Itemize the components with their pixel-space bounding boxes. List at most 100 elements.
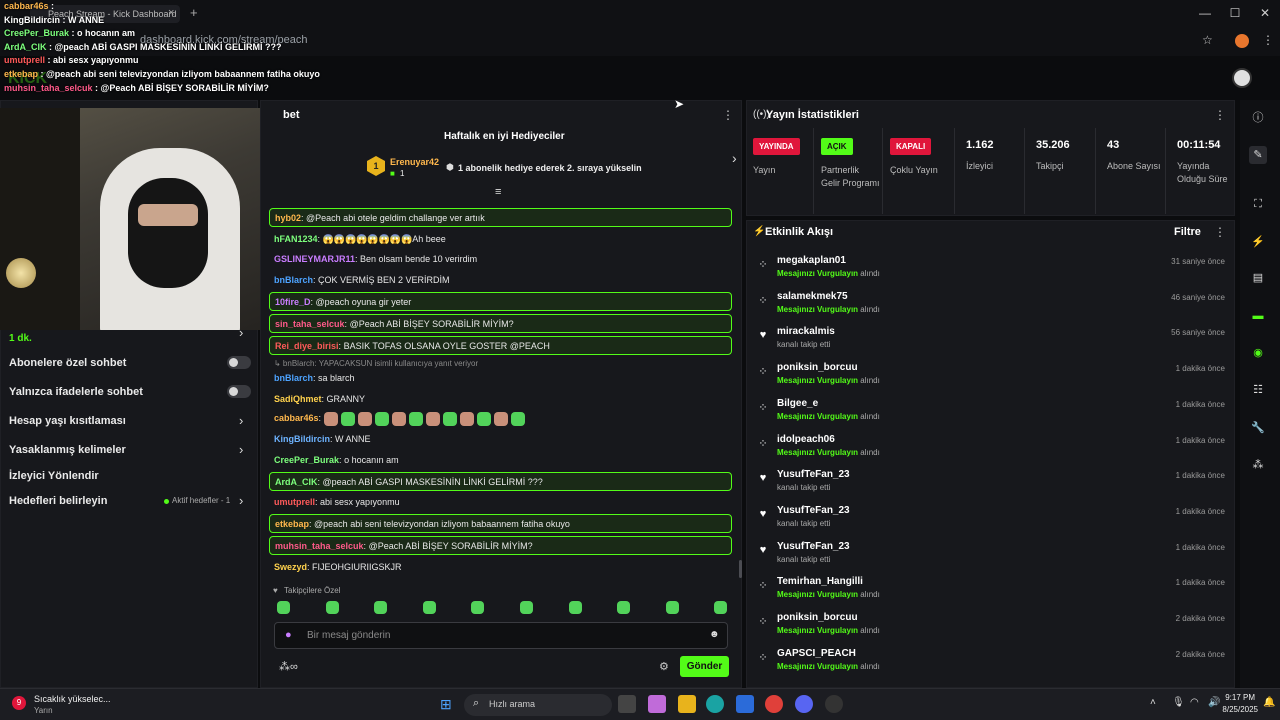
chat-message[interactable]: hyb02: @Peach abi otele geldim challange… xyxy=(269,208,732,227)
chevron-right-icon[interactable]: › xyxy=(239,493,243,508)
network-icon[interactable]: ⁂ xyxy=(1249,456,1267,474)
chat-message[interactable]: Swezyd: FIJEOHGIURIIGSKJR xyxy=(269,558,732,577)
event-username[interactable]: poniksin_borcuu xyxy=(777,362,858,373)
chat-username[interactable]: muhsin_taha_selcuk xyxy=(275,541,364,551)
chat-message[interactable]: CreePer_Burak: o hocanın am xyxy=(269,451,732,470)
chat-username[interactable]: hyb02 xyxy=(275,213,301,223)
lightning-rail-icon[interactable]: ⚡ xyxy=(1249,233,1267,251)
microphone-icon[interactable]: ● xyxy=(285,629,292,641)
store-icon[interactable] xyxy=(736,695,754,713)
stats-menu-icon[interactable]: ⋮ xyxy=(1214,108,1226,122)
bookmark-star-icon[interactable]: ☆ xyxy=(1202,33,1213,47)
chat-tools-icon[interactable]: ⁂∞ xyxy=(279,660,298,673)
emote-picker-icon[interactable] xyxy=(374,601,388,614)
emote-picker-icon[interactable] xyxy=(325,601,339,614)
edge-icon[interactable] xyxy=(706,695,724,713)
chat-username[interactable]: bnBlarch xyxy=(274,373,313,383)
broadcast-rail-icon[interactable]: ◉ xyxy=(1249,344,1267,362)
chat-message[interactable]: sin_taha_selcuk: @Peach ABİ BİŞEY SORABİ… xyxy=(269,314,732,333)
chat-username[interactable]: etkebap xyxy=(275,519,309,529)
chat-message[interactable]: GSLINEYMARJR11: Ben olsam bende 10 verir… xyxy=(269,250,732,269)
event-item[interactable]: ⁘ megakaplan01 Mesajınızı Vurgulayın alınd… xyxy=(755,255,1225,290)
event-item[interactable]: ♥ YusufTeFan_23 kanalı takip etti 1 dakika … xyxy=(755,469,1225,504)
event-username[interactable]: YusufTeFan_23 xyxy=(777,541,850,552)
chat-message[interactable]: hFAN1234: 😱😱😱😱😱😱😱😱Ah beee xyxy=(269,230,732,249)
discord-icon[interactable] xyxy=(795,695,813,713)
chat-username[interactable]: umutprell xyxy=(274,497,315,507)
chat-message[interactable]: 10fire_D: @peach oyuna gir yeter xyxy=(269,292,732,311)
wifi-icon[interactable]: ◠ xyxy=(1190,697,1199,708)
chat-message[interactable]: ArdA_CIK: @peach ABİ GASPI MASKESİNİN Lİ… xyxy=(269,472,732,491)
chat-rail-icon[interactable]: ▬ xyxy=(1249,307,1267,325)
emote-picker-icon[interactable] xyxy=(422,601,436,614)
event-item[interactable]: ⁘ poniksin_borcuu Mesajınızı Vurgulayın al… xyxy=(755,362,1225,397)
chat-username[interactable]: Swezyd xyxy=(274,562,307,572)
mic-tray-icon[interactable]: 🎙 xyxy=(1172,697,1185,708)
event-username[interactable]: Temirhan_Hangilli xyxy=(777,576,863,587)
chrome-icon[interactable] xyxy=(765,695,783,713)
chat-message[interactable]: muhsin_taha_selcuk: @Peach ABİ BİŞEY SOR… xyxy=(269,536,732,555)
chat-message[interactable]: bnBlarch: ÇOK VERMİŞ BEN 2 VERİRDİM xyxy=(269,271,732,290)
event-item[interactable]: ⁘ idolpeach06 Mesajınızı Vurgulayın alındı… xyxy=(755,434,1225,469)
event-username[interactable]: salamekmek75 xyxy=(777,291,848,302)
layout-rail-icon[interactable]: ☷ xyxy=(1249,381,1267,399)
emote-picker-icon[interactable] xyxy=(714,601,728,614)
chat-username[interactable]: sin_taha_selcuk xyxy=(275,319,345,329)
event-item[interactable]: ⁘ Temirhan_Hangilli Mesajınızı Vurgulayın … xyxy=(755,576,1225,611)
top-gifter-name[interactable]: Erenuyar42 xyxy=(390,157,439,167)
emote-picker-icon[interactable] xyxy=(520,601,533,614)
emote-picker-icon[interactable] xyxy=(568,601,582,614)
chat-username[interactable]: 10fire_D xyxy=(275,297,311,307)
event-username[interactable]: GAPSCI_PEACH xyxy=(777,648,856,659)
screen-icon[interactable]: ⛶ xyxy=(1249,195,1267,213)
toggle-switch[interactable] xyxy=(227,385,251,398)
chevron-right-icon[interactable]: › xyxy=(239,325,243,340)
event-username[interactable]: idolpeach06 xyxy=(777,434,835,445)
maximize-icon[interactable]: ☐ xyxy=(1220,6,1250,22)
chat-username[interactable]: CreePer_Burak xyxy=(274,455,339,465)
event-item[interactable]: ♥ YusufTeFan_23 kanalı takip etti 1 dakika … xyxy=(755,541,1225,576)
event-item[interactable]: ♥ mirackalmis kanalı takip etti 56 saniye ö… xyxy=(755,326,1225,361)
chat-input[interactable]: ● Bir mesaj gönderin ☻ xyxy=(274,622,728,649)
chevron-right-icon[interactable]: › xyxy=(239,413,243,428)
chat-menu-icon[interactable]: ⋮ xyxy=(722,108,734,122)
emote-picker-icon[interactable] xyxy=(665,601,679,614)
event-item[interactable]: ⁘ salamekmek75 Mesajınızı Vurgulayın alınd… xyxy=(755,291,1225,326)
weather-temp-badge[interactable]: 9 xyxy=(12,696,26,710)
chat-username[interactable]: cabbar46s xyxy=(274,413,319,423)
settings-row[interactable]: Yasaklanmış kelimeler › xyxy=(9,442,249,459)
edit-icon[interactable]: ✎ xyxy=(1249,146,1267,164)
emote-picker-icon[interactable] xyxy=(277,601,290,614)
chevron-right-icon[interactable]: › xyxy=(239,442,243,457)
obs-icon[interactable] xyxy=(825,695,843,713)
chat-username[interactable]: GSLINEYMARJR11 xyxy=(274,254,355,264)
chat-message[interactable]: SadiQhmet: GRANNY xyxy=(269,390,732,409)
event-item[interactable]: ♥ YusufTeFan_23 kanalı takip etti 1 dakika … xyxy=(755,505,1225,540)
window-close-icon[interactable]: ✕ xyxy=(1250,6,1280,22)
taskview-icon[interactable] xyxy=(618,695,636,713)
info-icon[interactable]: ⓘ xyxy=(1249,109,1267,127)
emote-picker-icon[interactable] xyxy=(617,601,631,614)
event-menu-icon[interactable]: ⋮ xyxy=(1214,225,1226,239)
emote-picker-icon[interactable] xyxy=(471,601,485,614)
chat-username[interactable]: Rei_diye_birisi xyxy=(275,341,339,351)
emoji-icon[interactable]: ☻ xyxy=(709,629,720,640)
chat-username[interactable]: KingBildircin xyxy=(274,434,330,444)
chat-message[interactable]: cabbar46s: xyxy=(269,409,732,428)
collapse-icon[interactable]: ≡ xyxy=(495,186,501,198)
windows-start-icon[interactable]: ⊞ xyxy=(440,696,452,713)
event-item[interactable]: ⁘ Bilgee_e Mesajınızı Vurgulayın alındı 1 d… xyxy=(755,398,1225,433)
chat-message[interactable]: Rei_diye_birisi: BASIK TOFAS OLSANA OYLE… xyxy=(269,336,732,355)
chat-username[interactable]: SadiQhmet xyxy=(274,394,322,404)
next-arrow-icon[interactable]: › xyxy=(732,150,737,166)
event-username[interactable]: YusufTeFan_23 xyxy=(777,469,850,480)
copilot-icon[interactable] xyxy=(648,695,666,713)
chat-message[interactable]: bnBlarch: sa blarch xyxy=(269,369,732,388)
send-button[interactable]: Gönder xyxy=(680,656,729,677)
settings-gear-icon[interactable]: ⚙ xyxy=(659,660,669,673)
settings-row[interactable]: İzleyici Yönlendir xyxy=(9,469,249,485)
settings-row[interactable]: Yalnızca ifadelerle sohbet xyxy=(9,385,251,401)
tray-chevron-icon[interactable]: ˄ xyxy=(1150,697,1156,708)
extension-icon[interactable] xyxy=(1235,34,1249,48)
event-username[interactable]: Bilgee_e xyxy=(777,398,818,409)
